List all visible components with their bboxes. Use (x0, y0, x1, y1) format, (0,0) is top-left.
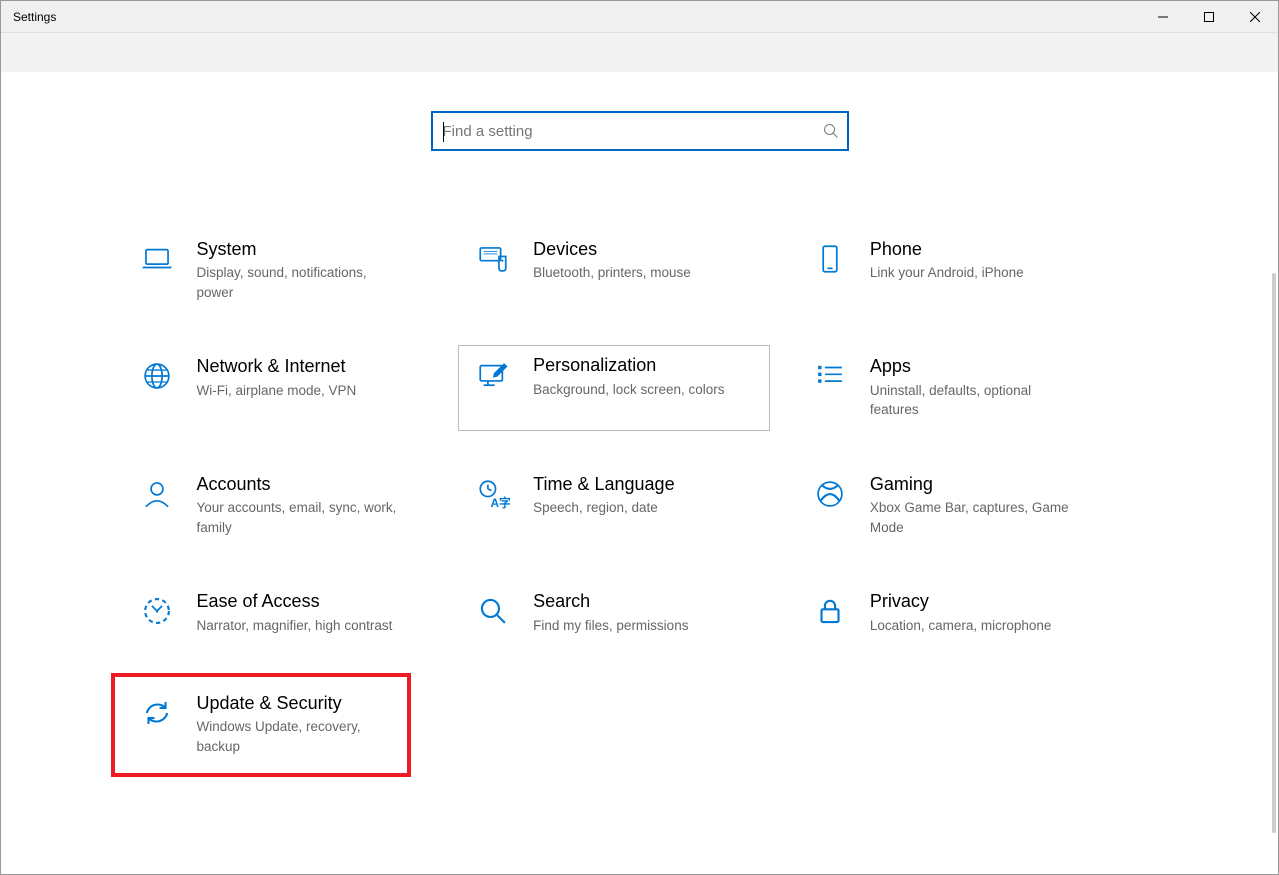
category-time-language[interactable]: A字 Time & Language Speech, region, date (471, 464, 783, 547)
category-network[interactable]: Network & Internet Wi-Fi, airplane mode,… (135, 346, 447, 429)
category-desc: Location, camera, microphone (870, 616, 1052, 636)
category-apps[interactable]: Apps Uninstall, defaults, optional featu… (808, 346, 1120, 429)
category-desc: Link your Android, iPhone (870, 263, 1024, 283)
category-personalization[interactable]: Personalization Background, lock screen,… (458, 345, 770, 430)
category-desc: Narrator, magnifier, high contrast (197, 616, 393, 636)
phone-icon (808, 237, 852, 281)
category-title: Devices (533, 237, 691, 261)
category-title: Gaming (870, 472, 1080, 496)
minimize-button[interactable] (1140, 1, 1186, 32)
category-title: Update & Security (197, 691, 397, 715)
category-title: Time & Language (533, 472, 674, 496)
paintbrush-icon (471, 353, 515, 397)
category-search[interactable]: Search Find my files, permissions (471, 581, 783, 645)
category-privacy[interactable]: Privacy Location, camera, microphone (808, 581, 1120, 645)
window-title: Settings (13, 10, 56, 24)
laptop-icon (135, 237, 179, 281)
category-title: Apps (870, 354, 1080, 378)
search-input[interactable] (443, 123, 823, 140)
window-controls (1140, 1, 1278, 32)
magnifier-icon (471, 589, 515, 633)
category-desc: Speech, region, date (533, 498, 674, 518)
category-update-security[interactable]: Update & Security Windows Update, recove… (111, 673, 411, 776)
titlebar: Settings (1, 1, 1278, 33)
search-icon (823, 123, 839, 139)
user-icon (135, 472, 179, 516)
category-title: Search (533, 589, 688, 613)
xbox-icon (808, 472, 852, 516)
time-language-icon: A字 (471, 472, 515, 516)
close-icon (1250, 12, 1260, 22)
search-box[interactable] (431, 111, 849, 151)
maximize-button[interactable] (1186, 1, 1232, 32)
category-title: Network & Internet (197, 354, 357, 378)
apps-list-icon (808, 354, 852, 398)
category-desc: Display, sound, notifications, power (197, 263, 407, 302)
category-system[interactable]: System Display, sound, notifications, po… (135, 229, 447, 312)
content-area: System Display, sound, notifications, po… (1, 73, 1278, 874)
close-button[interactable] (1232, 1, 1278, 32)
category-desc: Xbox Game Bar, captures, Game Mode (870, 498, 1080, 537)
category-title: Personalization (533, 353, 724, 377)
category-title: Ease of Access (197, 589, 393, 613)
devices-icon (471, 237, 515, 281)
category-ease-of-access[interactable]: Ease of Access Narrator, magnifier, high… (135, 581, 447, 645)
sync-icon (135, 691, 179, 735)
globe-icon (135, 354, 179, 398)
category-phone[interactable]: Phone Link your Android, iPhone (808, 229, 1120, 312)
svg-text:A字: A字 (491, 496, 511, 510)
category-accounts[interactable]: Accounts Your accounts, email, sync, wor… (135, 464, 447, 547)
text-cursor (443, 122, 444, 142)
category-desc: Background, lock screen, colors (533, 380, 724, 400)
category-desc: Wi-Fi, airplane mode, VPN (197, 381, 357, 401)
category-title: Accounts (197, 472, 407, 496)
category-title: Privacy (870, 589, 1052, 613)
category-desc: Uninstall, defaults, optional features (870, 381, 1080, 420)
scrollbar[interactable] (1272, 273, 1276, 833)
category-devices[interactable]: Devices Bluetooth, printers, mouse (471, 229, 783, 312)
category-desc: Your accounts, email, sync, work, family (197, 498, 407, 537)
lock-icon (808, 589, 852, 633)
category-desc: Find my files, permissions (533, 616, 688, 636)
category-title: System (197, 237, 407, 261)
minimize-icon (1158, 12, 1168, 22)
category-title: Phone (870, 237, 1024, 261)
category-desc: Bluetooth, printers, mouse (533, 263, 691, 283)
categories-grid: System Display, sound, notifications, po… (135, 229, 1145, 777)
category-desc: Windows Update, recovery, backup (197, 717, 397, 756)
header-gap (1, 33, 1278, 73)
category-gaming[interactable]: Gaming Xbox Game Bar, captures, Game Mod… (808, 464, 1120, 547)
ease-of-access-icon (135, 589, 179, 633)
maximize-icon (1204, 12, 1214, 22)
